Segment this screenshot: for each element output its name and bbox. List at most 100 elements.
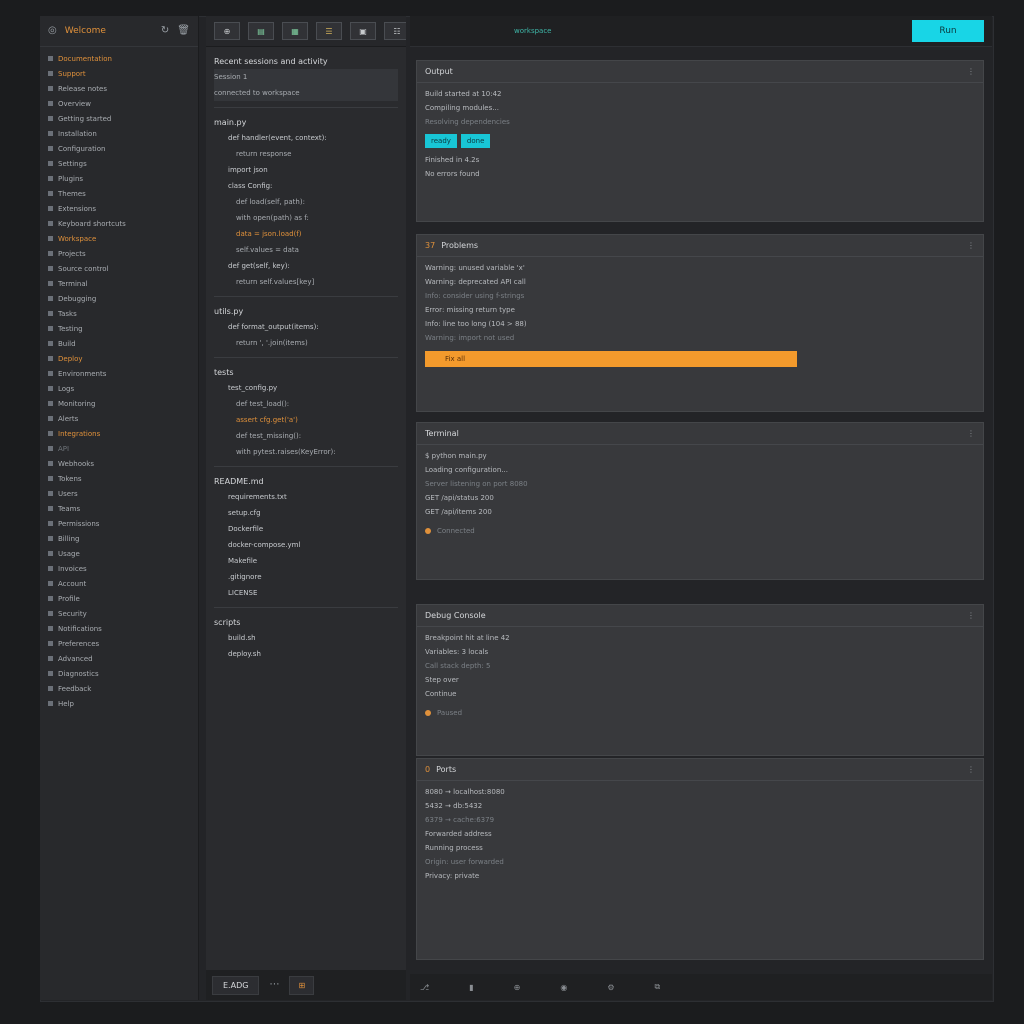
sidebar-item[interactable]: Usage	[48, 546, 190, 561]
sidebar-item[interactable]: Security	[48, 606, 190, 621]
more-icon[interactable]: ⋮	[967, 67, 975, 76]
sidebar-item[interactable]: Tasks	[48, 306, 190, 321]
toolbar-button[interactable]: ☷	[384, 22, 406, 40]
sidebar-item[interactable]: Testing	[48, 321, 190, 336]
sidebar-item[interactable]: Installation	[48, 126, 190, 141]
sidebar-item[interactable]: Source control	[48, 261, 190, 276]
sidebar-item[interactable]: Keyboard shortcuts	[48, 216, 190, 231]
sidebar-item[interactable]: Deploy	[48, 351, 190, 366]
code-line[interactable]: test_config.py	[214, 380, 398, 396]
status-icon[interactable]: ⊕	[514, 983, 521, 992]
footer-grid-button[interactable]: ⊞	[289, 975, 315, 995]
code-line[interactable]: docker-compose.yml	[214, 537, 398, 553]
sidebar-item[interactable]: Account	[48, 576, 190, 591]
sidebar-item[interactable]: Support	[48, 66, 190, 81]
dots-icon[interactable]: ⋯	[269, 980, 279, 990]
sidebar-item[interactable]: Configuration	[48, 141, 190, 156]
code-line[interactable]: Session 1	[214, 69, 398, 85]
code-line[interactable]: setup.cfg	[214, 505, 398, 521]
sidebar-item[interactable]: Feedback	[48, 681, 190, 696]
sidebar-item[interactable]: Build	[48, 336, 190, 351]
code-line[interactable]: return self.values[key]	[214, 274, 398, 290]
sidebar-item[interactable]: Webhooks	[48, 456, 190, 471]
code-line[interactable]: deploy.sh	[214, 646, 398, 662]
more-icon[interactable]: ⋮	[967, 611, 975, 620]
code-line[interactable]: Makefile	[214, 553, 398, 569]
refresh-icon[interactable]: ↻	[161, 26, 169, 36]
sidebar-item[interactable]: Permissions	[48, 516, 190, 531]
sidebar-item[interactable]: Tokens	[48, 471, 190, 486]
sidebar-item[interactable]: Extensions	[48, 201, 190, 216]
code-line[interactable]: def test_load():	[214, 396, 398, 412]
toolbar-button[interactable]: ▤	[248, 22, 274, 40]
more-icon[interactable]: ⋮	[967, 241, 975, 250]
fix-all-button[interactable]: Fix all	[425, 351, 797, 367]
code-line[interactable]: Dockerfile	[214, 521, 398, 537]
more-icon[interactable]: ⋮	[967, 429, 975, 438]
sidebar-item[interactable]: Overview	[48, 96, 190, 111]
sidebar-item[interactable]: Integrations	[48, 426, 190, 441]
sidebar-item[interactable]: Documentation	[48, 51, 190, 66]
status-icon[interactable]: ⎇	[420, 983, 429, 992]
toolbar-button[interactable]: ▦	[282, 22, 308, 40]
toolbar-button[interactable]: ⊕	[214, 22, 240, 40]
sidebar-item[interactable]: Notifications	[48, 621, 190, 636]
sidebar-item[interactable]: Settings	[48, 156, 190, 171]
sidebar-item[interactable]: Advanced	[48, 651, 190, 666]
status-icon[interactable]: ◉	[560, 983, 567, 992]
code-line[interactable]: .gitignore	[214, 569, 398, 585]
sidebar-item[interactable]: Help	[48, 696, 190, 711]
sidebar-item[interactable]: Projects	[48, 246, 190, 261]
run-button[interactable]: Run	[912, 20, 984, 42]
file-heading[interactable]: main.py	[214, 114, 398, 130]
sidebar-item[interactable]: Billing	[48, 531, 190, 546]
sidebar-item[interactable]: Release notes	[48, 81, 190, 96]
sidebar-item[interactable]: Invoices	[48, 561, 190, 576]
code-line[interactable]: def format_output(items):	[214, 319, 398, 335]
sidebar-item[interactable]: API	[48, 441, 190, 456]
code-line[interactable]: class Config:	[214, 178, 398, 194]
more-icon[interactable]: ⋮	[967, 765, 975, 774]
sidebar-item[interactable]: Users	[48, 486, 190, 501]
file-heading[interactable]: README.md	[214, 473, 398, 489]
code-line[interactable]: self.values = data	[214, 242, 398, 258]
file-heading[interactable]: Recent sessions and activity	[214, 53, 398, 69]
toolbar-button[interactable]: ▣	[350, 22, 376, 40]
code-line[interactable]: requirements.txt	[214, 489, 398, 505]
sidebar-item[interactable]: Alerts	[48, 411, 190, 426]
sidebar-item[interactable]: Teams	[48, 501, 190, 516]
trash-icon[interactable]: 🗑	[177, 26, 190, 36]
file-heading[interactable]: utils.py	[214, 303, 398, 319]
toolbar-button[interactable]: ☰	[316, 22, 342, 40]
sidebar-item[interactable]: Preferences	[48, 636, 190, 651]
footer-pill[interactable]: E.ADG	[212, 975, 260, 995]
code-line[interactable]: import json	[214, 162, 398, 178]
code-line[interactable]: connected to workspace	[214, 85, 398, 101]
status-icon[interactable]: ⧉	[654, 982, 660, 992]
status-icon[interactable]: ⚙	[607, 983, 614, 992]
code-line[interactable]: LICENSE	[214, 585, 398, 601]
code-line[interactable]: return response	[214, 146, 398, 162]
sidebar-item[interactable]: Diagnostics	[48, 666, 190, 681]
code-line[interactable]: def test_missing():	[214, 428, 398, 444]
file-heading[interactable]: tests	[214, 364, 398, 380]
code-line[interactable]: def load(self, path):	[214, 194, 398, 210]
code-line[interactable]: with open(path) as f:	[214, 210, 398, 226]
sidebar-item[interactable]: Terminal	[48, 276, 190, 291]
code-line[interactable]: return ', '.join(items)	[214, 335, 398, 351]
sidebar-item[interactable]: Debugging	[48, 291, 190, 306]
sidebar-item[interactable]: Logs	[48, 381, 190, 396]
sidebar-item[interactable]: Themes	[48, 186, 190, 201]
sidebar-item[interactable]: Getting started	[48, 111, 190, 126]
code-line[interactable]: def handler(event, context):	[214, 130, 398, 146]
sidebar-item[interactable]: Monitoring	[48, 396, 190, 411]
code-line[interactable]: with pytest.raises(KeyError):	[214, 444, 398, 460]
status-icon[interactable]: ▮	[469, 983, 473, 992]
sidebar-item[interactable]: Environments	[48, 366, 190, 381]
code-line[interactable]: assert cfg.get('a')	[214, 412, 398, 428]
sidebar-item[interactable]: Profile	[48, 591, 190, 606]
code-line[interactable]: build.sh	[214, 630, 398, 646]
file-heading[interactable]: scripts	[214, 614, 398, 630]
sidebar-item[interactable]: Plugins	[48, 171, 190, 186]
sidebar-item[interactable]: Workspace	[48, 231, 190, 246]
